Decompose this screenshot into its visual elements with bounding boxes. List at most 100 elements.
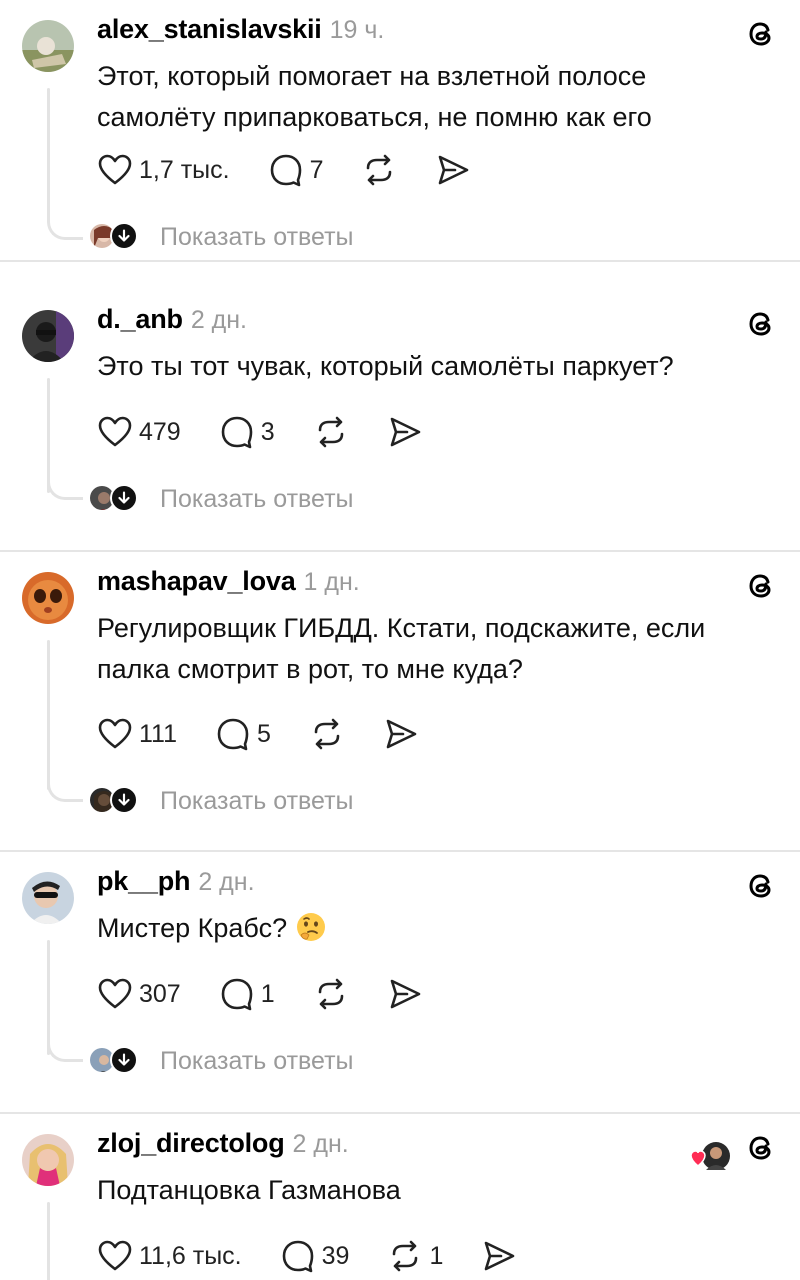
like-button[interactable]: 479: [97, 414, 181, 450]
avatar[interactable]: [22, 310, 74, 362]
repost-button[interactable]: [313, 414, 349, 450]
like-count: 111: [139, 719, 178, 748]
post-text: Мистер Крабс?: [97, 908, 760, 949]
thread-curve: [47, 460, 83, 500]
repost-button[interactable]: [309, 716, 345, 752]
like-button[interactable]: 307: [97, 976, 181, 1012]
show-replies-row[interactable]: Показать ответы: [88, 1046, 354, 1076]
username[interactable]: alex_stanislavskii: [97, 14, 322, 45]
repost-button[interactable]: 1: [387, 1238, 443, 1274]
action-bar: 479 3: [97, 414, 461, 450]
like-button[interactable]: 11,6 тыс.: [97, 1238, 242, 1274]
timestamp: 2 дн.: [292, 1130, 349, 1158]
threads-icon[interactable]: [744, 306, 778, 340]
like-count: 307: [139, 979, 181, 1008]
share-button[interactable]: [435, 152, 471, 188]
repost-count: 1: [429, 1241, 444, 1270]
comment-button[interactable]: 3: [219, 414, 275, 450]
reply-post: d._anb 2 дн. Это ты тот чувак, который с…: [0, 290, 800, 552]
share-icon: [485, 1241, 515, 1271]
show-replies-link[interactable]: Показать ответы: [160, 787, 354, 816]
username[interactable]: zloj_directolog: [97, 1128, 285, 1159]
post-text: Регулировщик ГИБДД. Кстати, подскажите, …: [97, 608, 760, 690]
comment-button[interactable]: 1: [219, 976, 275, 1012]
comment-button[interactable]: 5: [215, 716, 271, 752]
action-bar: 111 5: [97, 716, 457, 752]
heart-icon: [98, 416, 132, 447]
post-text-line: Этот, который помогает на взлетной полос…: [97, 61, 647, 91]
share-button[interactable]: [383, 716, 419, 752]
chevron-down-icon: [110, 786, 138, 814]
comment-count: 3: [260, 417, 275, 446]
thread-curve: [47, 200, 83, 240]
show-replies-link[interactable]: Показать ответы: [160, 223, 354, 252]
chevron-down-icon: [110, 222, 138, 250]
post-text-line: самолёту припарковаться, не помню как ег…: [97, 102, 652, 132]
comment-count: 39: [321, 1241, 350, 1270]
show-replies-row[interactable]: Показать ответы: [88, 484, 354, 514]
comment-icon: [270, 154, 301, 187]
repost-button[interactable]: [361, 152, 397, 188]
liked-by-author-badge: [690, 1140, 732, 1172]
comment-button[interactable]: 39: [280, 1238, 350, 1274]
replies-feed: alex_stanislavskii 19 ч. Этот, который п…: [0, 0, 800, 1280]
threads-icon[interactable]: [744, 568, 778, 602]
like-count: 1,7 тыс.: [139, 155, 230, 184]
replier-avatars: [88, 1046, 144, 1076]
comment-icon: [217, 718, 249, 751]
action-bar: 307 1: [97, 976, 461, 1012]
comment-icon: [221, 978, 253, 1011]
repost-icon: [318, 416, 343, 448]
post-text: Подтанцовка Газманова: [97, 1170, 760, 1211]
replier-avatars: [88, 222, 144, 252]
action-bar: 1,7 тыс. 7: [97, 152, 509, 188]
share-button[interactable]: [387, 414, 423, 450]
post-text-line: палка смотрит в рот, то мне куда?: [97, 654, 523, 684]
share-button[interactable]: [387, 976, 423, 1012]
repost-button[interactable]: [313, 976, 349, 1012]
heart-icon: [98, 978, 132, 1009]
avatar[interactable]: [22, 872, 74, 924]
comment-button[interactable]: 7: [268, 152, 324, 188]
chevron-down-icon: [110, 484, 138, 512]
thinking-face-icon: [296, 913, 325, 941]
post-text-line: Подтанцовка Газманова: [97, 1175, 401, 1205]
share-icon: [390, 417, 420, 447]
action-bar: 11,6 тыс. 39 1: [97, 1238, 555, 1274]
thread-line: [47, 88, 50, 203]
avatar[interactable]: [22, 20, 74, 72]
share-icon: [386, 719, 417, 749]
timestamp: 2 дн.: [190, 306, 248, 334]
post-text: Этот, который помогает на взлетной полос…: [97, 56, 760, 138]
show-replies-row[interactable]: Показать ответы: [88, 222, 354, 252]
username[interactable]: mashapav_lova: [97, 566, 296, 597]
like-button[interactable]: 1,7 тыс.: [97, 152, 230, 188]
post-text-line: Это ты тот чувак, который самолёты парку…: [97, 351, 674, 381]
avatar[interactable]: [22, 572, 74, 624]
threads-icon[interactable]: [744, 1130, 778, 1164]
heart-icon: [98, 1240, 132, 1271]
share-icon: [390, 979, 420, 1009]
reply-post: alex_stanislavskii 19 ч. Этот, который п…: [0, 0, 800, 262]
timestamp: 19 ч.: [329, 16, 385, 44]
repost-icon: [367, 154, 392, 186]
comment-icon: [221, 416, 253, 449]
replier-avatars: [88, 484, 144, 514]
show-replies-row[interactable]: Показать ответы: [88, 786, 354, 816]
comment-count: 1: [260, 979, 275, 1008]
show-replies-link[interactable]: Показать ответы: [160, 485, 354, 514]
show-replies-link[interactable]: Показать ответы: [160, 1047, 354, 1076]
comment-count: 5: [257, 719, 271, 748]
like-button[interactable]: 111: [97, 716, 177, 752]
reply-post: zloj_directolog 2 дн. Подтанцовка Газман…: [0, 1114, 800, 1280]
comment-count: 7: [309, 155, 324, 184]
share-button[interactable]: [481, 1238, 517, 1274]
avatar[interactable]: [22, 1134, 74, 1186]
threads-icon[interactable]: [744, 16, 778, 50]
repost-icon: [318, 978, 343, 1010]
username[interactable]: d._anb: [97, 304, 183, 335]
repost-icon: [393, 1240, 418, 1272]
threads-icon[interactable]: [744, 868, 778, 902]
timestamp: 2 дн.: [198, 868, 255, 896]
username[interactable]: pk__ph: [97, 866, 191, 897]
